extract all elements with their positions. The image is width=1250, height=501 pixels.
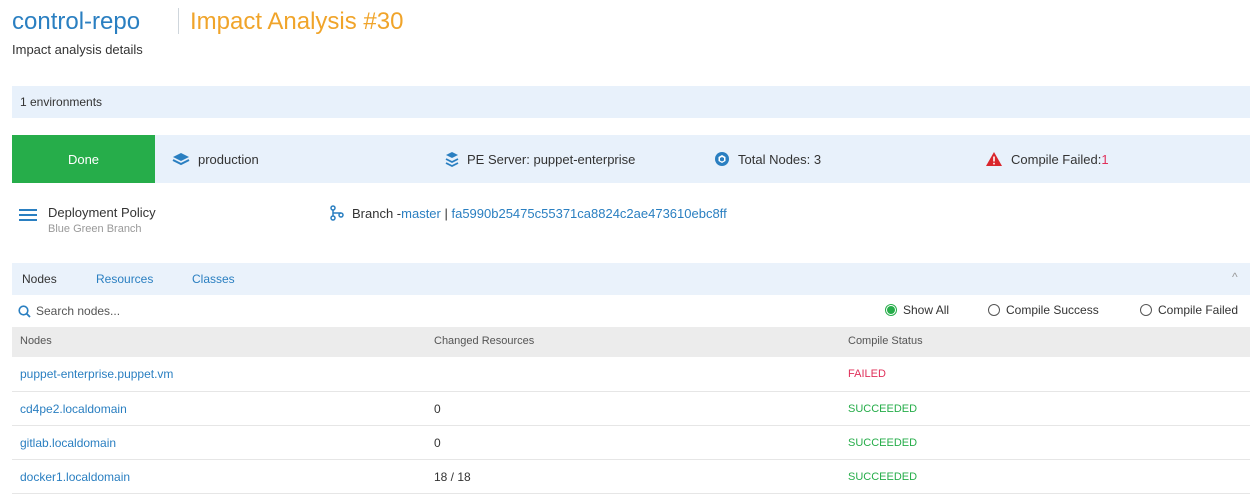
done-status-badge: Done	[12, 135, 155, 183]
compile-failed-item: Compile Failed: 1	[985, 135, 1109, 183]
environment-name: production	[198, 151, 259, 167]
table-row	[12, 391, 1250, 426]
changed-resources-cell: 18 / 18	[434, 470, 471, 484]
filter-compile-failed-label: Compile Failed	[1158, 303, 1239, 317]
deployment-policy-subtitle: Blue Green Branch	[48, 223, 142, 235]
table-row	[12, 459, 1250, 494]
compile-failed-label: Compile Failed:	[1011, 151, 1102, 167]
branch-separator: |	[440, 205, 452, 221]
compile-status-cell: FAILED	[848, 368, 886, 380]
environments-bar	[12, 86, 1250, 118]
git-branch-icon	[330, 205, 344, 221]
stack-icon	[445, 152, 459, 167]
cube-cluster-icon	[715, 152, 729, 166]
branch-info: Branch - master | fa5990b25475c55371ca88…	[330, 205, 727, 221]
column-header-nodes[interactable]: Nodes	[20, 335, 52, 347]
layers-icon	[172, 153, 190, 166]
radio-selected-icon	[885, 304, 897, 316]
tab-nodes[interactable]: Nodes	[22, 272, 57, 286]
filter-compile-failed[interactable]: Compile Failed	[1140, 303, 1238, 317]
tab-classes[interactable]: Classes	[192, 272, 235, 286]
collapse-chevron-icon[interactable]: ^	[1232, 270, 1238, 284]
compile-failed-count: 1	[1101, 151, 1109, 167]
repo-name-link[interactable]: control-repo	[12, 8, 140, 36]
column-header-compile-status[interactable]: Compile Status	[848, 335, 923, 347]
radio-icon	[1140, 304, 1152, 316]
filter-show-all-label: Show All	[903, 303, 950, 317]
search-icon	[18, 305, 31, 318]
pe-server-item: PE Server: puppet-enterprise	[445, 135, 635, 183]
table-row	[12, 425, 1250, 460]
total-nodes-item: Total Nodes: 3	[714, 135, 821, 183]
compile-status-cell: SUCCEEDED	[848, 437, 918, 449]
pe-server-label: PE Server: puppet-enterprise	[467, 151, 636, 167]
page-subtitle: Impact analysis details	[12, 42, 143, 57]
title-divider	[178, 8, 179, 34]
branch-link[interactable]: master	[401, 206, 441, 221]
tab-resources[interactable]: Resources	[96, 272, 153, 286]
warning-triangle-icon	[986, 152, 1002, 166]
branch-prefix: Branch -	[352, 205, 402, 221]
filter-compile-success-label: Compile Success	[1006, 303, 1099, 317]
node-link[interactable]: cd4pe2.localdomain	[20, 402, 127, 416]
table-row	[12, 357, 1250, 392]
environment-item: production	[172, 135, 259, 183]
column-header-changed-resources[interactable]: Changed Resources	[434, 335, 534, 347]
page-title: Impact Analysis #30	[190, 8, 404, 35]
commit-link[interactable]: fa5990b25475c55371ca8824c2ae473610ebc8ff	[451, 206, 726, 221]
environments-count: 1 environments	[20, 95, 103, 109]
node-link[interactable]: puppet-enterprise.puppet.vm	[20, 367, 173, 381]
radio-icon	[988, 304, 1000, 316]
filter-compile-success[interactable]: Compile Success	[988, 303, 1099, 317]
compile-status-cell: SUCCEEDED	[848, 471, 918, 483]
node-link[interactable]: docker1.localdomain	[20, 470, 130, 484]
node-link[interactable]: gitlab.localdomain	[20, 436, 116, 450]
compile-status-cell: SUCCEEDED	[848, 403, 918, 415]
search-nodes-input[interactable]	[34, 303, 338, 319]
list-icon	[19, 209, 37, 221]
total-nodes-label: Total Nodes: 3	[738, 151, 822, 167]
table-header	[12, 327, 1250, 357]
changed-resources-cell: 0	[434, 402, 441, 416]
filter-show-all[interactable]: Show All	[885, 303, 949, 317]
deployment-policy-title: Deployment Policy	[48, 205, 156, 220]
changed-resources-cell: 0	[434, 436, 441, 450]
